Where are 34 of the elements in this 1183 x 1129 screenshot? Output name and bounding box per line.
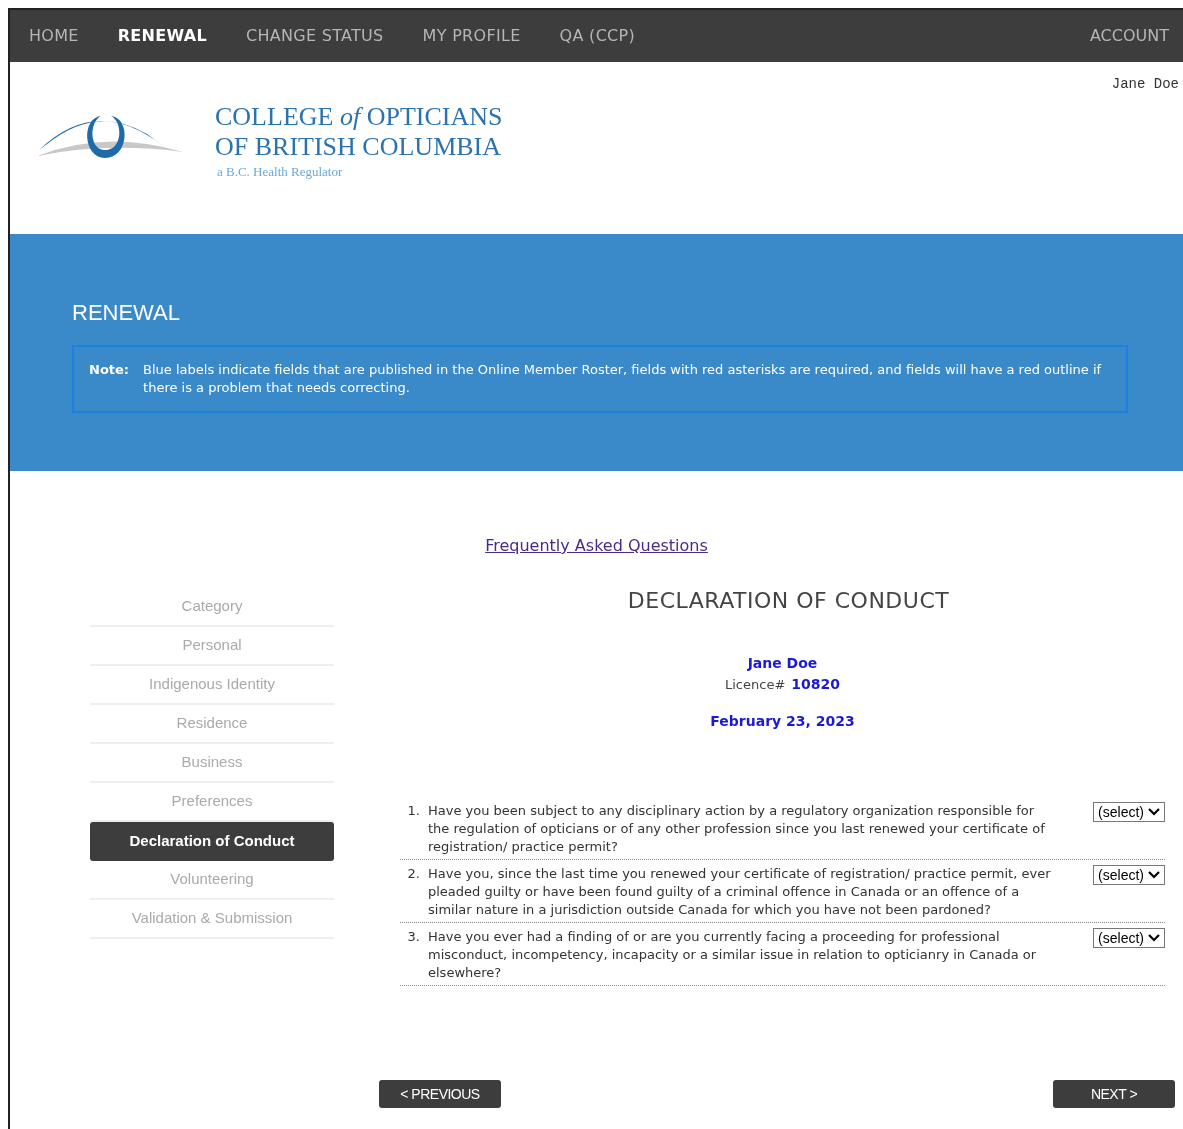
question-text: Have you ever had a finding of or are you currently facing a proceeding for professional misconduct, incompetency, incapacity or a similar issue in relation to opticianry in Canada or elsewhere?: [428, 928, 1038, 982]
question-text: Have you, since the last time you renewed your certificate of registration/ practice permit, ever pleaded guilty or have been found guilty of a criminal offence in Canada or an offence of a similar nature in a jurisdiction outside Canada for which you have not been pardoned?: [428, 865, 1052, 919]
previous-button[interactable]: < PREVIOUS: [379, 1080, 501, 1108]
nav-tab[interactable]: MY PROFILE: [422, 24, 521, 48]
licence-label: Licence#: [725, 676, 786, 694]
question-number: 2.: [406, 865, 421, 883]
chevron-down-icon: [1148, 934, 1160, 942]
college-name-text: COLLEGE of OPTICIANS: [215, 102, 503, 132]
question-text: Have you been subject to any disciplinary action by a regulatory organization responsible for the regulation of opticians or of any other profession since you last renewed your certificate of registration/ practice permit?: [428, 802, 1046, 856]
form-title: DECLARATION OF CONDUCT: [627, 587, 950, 615]
note-label: Note:: [89, 361, 130, 379]
nav-tab[interactable]: RENEWAL: [117, 24, 207, 48]
user-name: Jane Doe: [1111, 75, 1179, 94]
next-button[interactable]: NEXT >: [1053, 1080, 1175, 1108]
note-text: Blue labels indicate fields that are published in the Online Member Roster, fields with red asterisks are required, and fields will have a red outline if there is a problem that needs correcting.: [143, 361, 1103, 397]
account-link[interactable]: ACCOUNT: [1089, 24, 1169, 48]
question-number: 3.: [406, 928, 421, 946]
college-name-text: OF BRITISH COLUMBIA: [215, 132, 503, 162]
faq-link[interactable]: Frequently Asked Questions: [485, 534, 708, 558]
banner-title: RENEWAL: [72, 299, 181, 327]
licence-number: 10820: [791, 675, 840, 694]
step-item[interactable]: Declaration of Conduct: [90, 822, 334, 861]
nav-tab[interactable]: QA (CCP): [559, 24, 636, 48]
answer-select[interactable]: (select): [1093, 802, 1165, 822]
answer-select[interactable]: (select): [1093, 928, 1165, 948]
chevron-down-icon: [1148, 871, 1160, 879]
member-name: Jane Doe: [747, 654, 818, 673]
question-number: 1.: [406, 802, 421, 820]
answer-select[interactable]: (select): [1093, 865, 1165, 885]
nav-tab[interactable]: CHANGE STATUS: [245, 24, 384, 48]
form-date: February 23, 2023: [710, 712, 855, 731]
nav-tab[interactable]: HOME: [29, 24, 79, 48]
logo-tagline: a B.C. Health Regulator: [216, 163, 344, 181]
chevron-down-icon: [1148, 808, 1160, 816]
